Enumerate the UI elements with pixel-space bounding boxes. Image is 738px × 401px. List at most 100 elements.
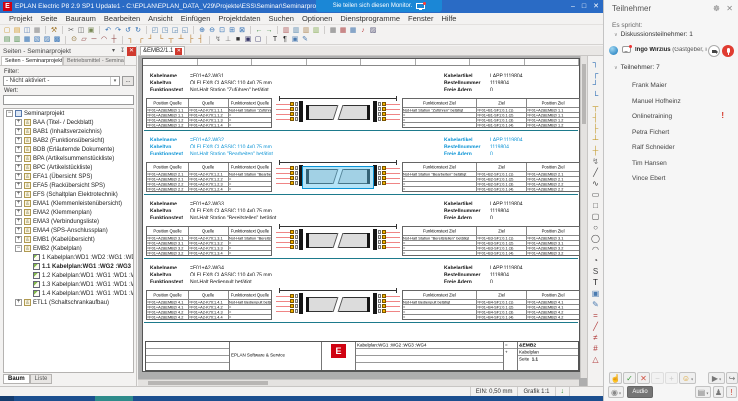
plc-navigator-icon[interactable]: ▩ [52, 35, 62, 44]
page-back-icon[interactable]: ← [254, 26, 264, 35]
graphic-tool-1-icon[interactable]: ▥ [281, 26, 291, 35]
view-tab-baum[interactable]: Baum [3, 374, 30, 384]
t-node-up-icon[interactable]: ┴ [590, 134, 601, 145]
no-button[interactable]: ✕ [637, 372, 650, 384]
webcam-settings-button[interactable]: ◉ ▾ [608, 386, 624, 398]
gear-icon[interactable]: ☸ [713, 4, 720, 13]
minimize-button[interactable]: – [571, 0, 575, 13]
expand-icon[interactable]: + [15, 218, 22, 225]
schematic-page[interactable]: 12345678 Kabelname=F01+A2-WG1KabeltypÖLF… [142, 58, 580, 372]
tree-item[interactable]: +&EMA4 (SPS-Anschlussplan) [4, 226, 133, 235]
angle-down-left-icon[interactable]: ┌ [136, 35, 146, 44]
emoticon-button[interactable]: ☺ ▾ [679, 372, 696, 384]
page-forward-icon[interactable]: → [264, 26, 274, 35]
plc-box-icon[interactable]: ▣ [243, 35, 253, 44]
insert-image-icon[interactable]: ▣ [290, 35, 300, 44]
dimension-angle-icon[interactable]: ╱ [590, 321, 601, 332]
copy-icon[interactable]: ◫ [76, 26, 86, 35]
attendees-group-header[interactable]: ∨Teilnehmer: 7 [614, 64, 660, 71]
potential-definition-icon[interactable]: ⊥ [223, 35, 233, 44]
cable-section-2[interactable]: Kabelname=F01+A2-WG2KabeltypÖLFLEX® CLAS… [144, 131, 578, 195]
ellipse-icon[interactable]: ◯ [590, 233, 601, 244]
open-project-icon[interactable]: ▤ [12, 26, 22, 35]
menu-projekt[interactable]: Projekt [5, 14, 36, 23]
raise-hand-button[interactable]: ☝ [609, 372, 622, 384]
expand-icon[interactable]: + [15, 146, 22, 153]
cable-section-1[interactable]: Kabelname=F01+A2-WG1KabeltypÖLFLEX® CLAS… [144, 67, 578, 131]
alert-button[interactable]: ! [726, 386, 737, 398]
share-control-button[interactable]: ↪ [726, 372, 738, 384]
graphic-tool-3-icon[interactable]: ▥ [301, 26, 311, 35]
page-navigator-icon[interactable]: ▤ [2, 35, 12, 44]
tree-item[interactable]: +&BPA (Artikelsummenstückliste) [4, 154, 133, 163]
grid-toggle-icon[interactable]: ▦ [328, 26, 338, 35]
menu-seite[interactable]: Seite [36, 14, 61, 23]
tree-item[interactable]: 1.2 Kabelplan:WD1 :WG1 :WD1 :WG1 [4, 271, 133, 280]
scrollbar-thumb[interactable] [582, 64, 586, 124]
insert-hyperlink-icon[interactable]: ✎ [300, 35, 310, 44]
rounded-rectangle-icon[interactable]: ▢ [590, 211, 601, 222]
expand-icon[interactable]: + [15, 182, 22, 189]
attendee-item[interactable]: Vince Ebert [632, 175, 665, 182]
dimension-arrow-icon[interactable]: △ [590, 354, 601, 365]
insert-text-icon[interactable]: T [270, 35, 280, 44]
tree-item[interactable]: 1.1 Kabelplan:WG1 :WG2 :WG3 :WG4 [4, 262, 133, 271]
t-node-right-icon[interactable]: ├ [590, 123, 601, 134]
expand-icon[interactable]: + [15, 209, 22, 216]
new-project-icon[interactable]: ▢ [2, 26, 12, 35]
image-icon[interactable]: ▣ [590, 288, 601, 299]
expand-icon[interactable]: + [15, 299, 22, 306]
tree-item[interactable]: +&EMA2 (Klemmenplan) [4, 208, 133, 217]
insert-symbol-icon[interactable]: ⊙ [69, 35, 79, 44]
zoom-selection-icon[interactable]: ⊠ [237, 26, 247, 35]
path-function-text-icon[interactable]: ¶ [280, 35, 290, 44]
drawing-canvas[interactable]: 12345678 Kabelname=F01+A2-WG1KabeltypÖLF… [138, 56, 587, 386]
dimension-grid-icon[interactable]: # [590, 343, 601, 354]
tree-item[interactable]: −&EMB2 (Kabelplan) [4, 244, 133, 253]
cable-graphic[interactable] [276, 96, 400, 128]
window-layout-4-icon[interactable]: ◱ [180, 26, 190, 35]
windows-taskbar[interactable] [0, 396, 603, 401]
cable-section-3[interactable]: Kabelname=F01+A2-WG3KabeltypÖLFLEX® CLAS… [144, 195, 578, 259]
filter-combobox[interactable]: - Nicht aktiviert - ▾ [3, 76, 120, 86]
collapse-icon[interactable]: − [15, 245, 22, 252]
graphic-tool-2-icon[interactable]: ▥ [291, 26, 301, 35]
arc-icon[interactable]: ◠ [590, 244, 601, 255]
navigator-tab-seiten[interactable]: Seiten - Seminarprojekt [1, 56, 63, 65]
zoom-out-icon[interactable]: ⊖ [207, 26, 217, 35]
view-tab-liste[interactable]: Liste [30, 374, 53, 384]
menu-suchen[interactable]: Suchen [265, 14, 298, 23]
tree-item[interactable]: +&EFA5 (Rackübersicht SPS) [4, 181, 133, 190]
terminal-navigator-icon[interactable]: ▧ [32, 35, 42, 44]
scrollbar-thumb[interactable] [148, 381, 268, 385]
expand-icon[interactable]: + [15, 155, 22, 162]
tree-item[interactable]: 1 Kabelplan:WD1 :WD2 :WG1 :WD1 [4, 253, 133, 262]
horizontal-scrollbar[interactable] [138, 379, 579, 386]
cable-section-4[interactable]: Kabelname=F01+A2-WG4KabeltypÖLFLEX® CLAS… [144, 259, 578, 323]
window-layout-1-icon[interactable]: ◰ [150, 26, 160, 35]
angle-down-left-icon[interactable]: └ [590, 90, 601, 101]
expand-icon[interactable]: + [15, 227, 22, 234]
node-cross-icon[interactable]: ┼ [590, 145, 601, 156]
grid-snap-icon[interactable]: ▦ [338, 26, 348, 35]
menu-projektdaten[interactable]: Projektdaten [214, 14, 264, 23]
hyperlink-icon[interactable]: ✎ [590, 299, 601, 310]
menu-fenster[interactable]: Fenster [404, 14, 437, 23]
menu-optionen[interactable]: Optionen [298, 14, 336, 23]
tree-item[interactable]: +&BPC (Artikelstückliste) [4, 163, 133, 172]
tree-item[interactable]: 1.3 Kabelplan:WD1 :WG1 :WD1 :WG1 [4, 280, 133, 289]
tab-close-icon[interactable]: ✕ [175, 48, 182, 55]
tree-item[interactable]: +&EMA1 (Klemmenleistenübersicht) [4, 199, 133, 208]
expand-icon[interactable]: + [15, 119, 22, 126]
menu-einfügen[interactable]: Einfügen [177, 14, 215, 23]
cable-navigator-icon[interactable]: ▨ [42, 35, 52, 44]
print-icon[interactable]: ▦ [32, 26, 42, 35]
tree-item[interactable]: +&BDB (Erläuternde Dokumente) [4, 145, 133, 154]
tree-item[interactable]: 1.4 Kabelplan:WD1 :WG1 :WD1 :WG1 [4, 289, 133, 298]
vertical-scrollbar[interactable] [580, 56, 587, 378]
insert-cable-definition-icon[interactable]: ─ [89, 35, 99, 44]
insert-device-icon[interactable]: ▱ [79, 35, 89, 44]
graphic-tool-4-icon[interactable]: ▥ [311, 26, 321, 35]
chevron-down-icon[interactable]: ▾ [110, 77, 119, 85]
attendee-item[interactable]: Onlinetraining [632, 113, 672, 120]
